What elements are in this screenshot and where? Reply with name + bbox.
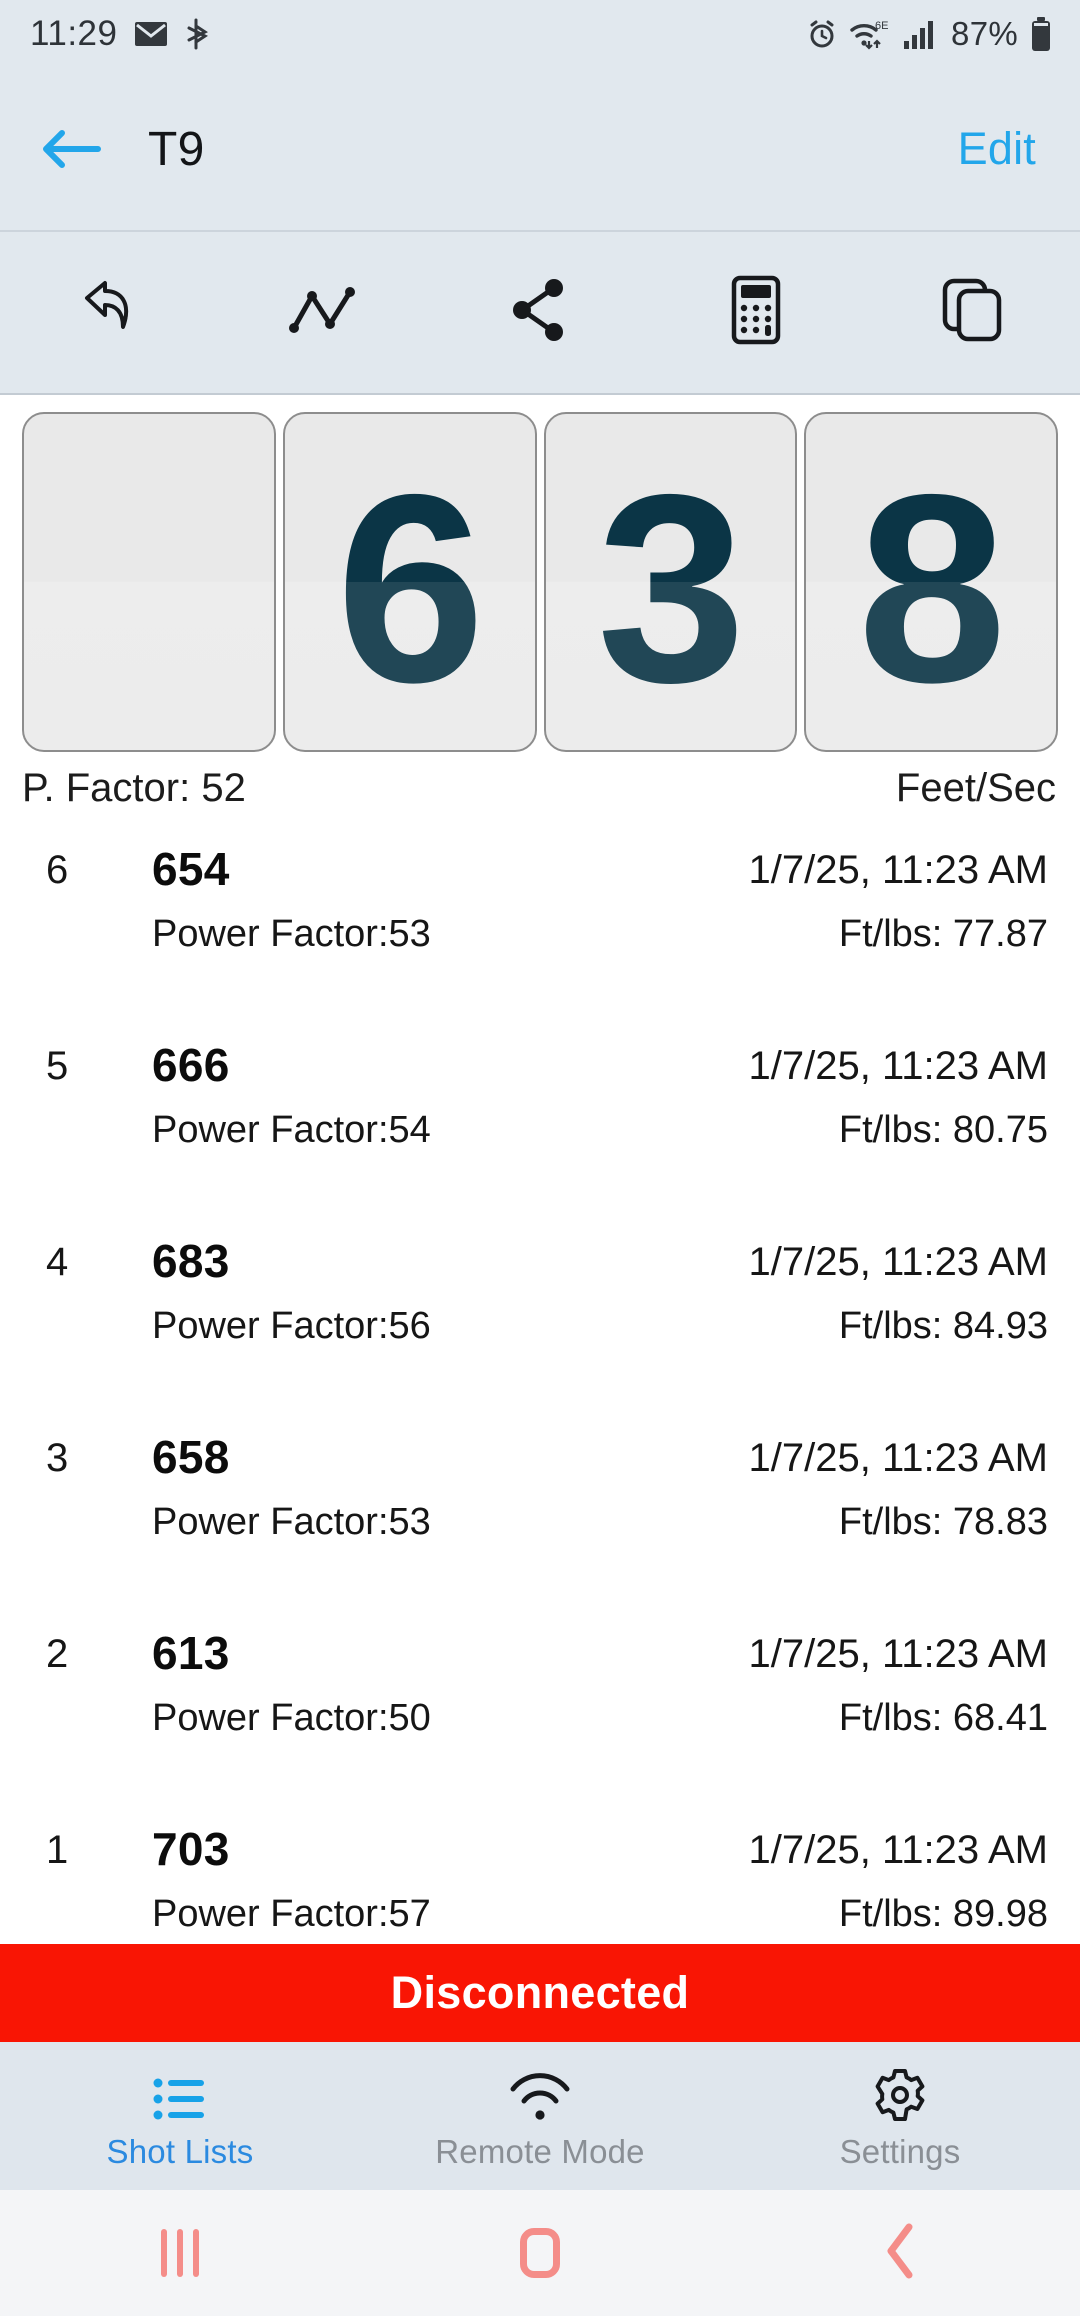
- digit-value: 8: [857, 438, 1007, 738]
- reel-sheen: [24, 582, 274, 750]
- row-velocity: 658: [152, 1431, 230, 1483]
- cellular-signal-icon: [903, 19, 935, 49]
- row-ftlbs: Ft/lbs: 68.41: [838, 1697, 1048, 1739]
- table-row[interactable]: 3 658 Power Factor:53 1/7/25, 11:23 AM F…: [0, 1408, 1080, 1604]
- row-power-factor: Power Factor:50: [152, 1697, 431, 1739]
- share-button[interactable]: [432, 232, 648, 393]
- digit-value: 6: [336, 438, 485, 738]
- row-timestamp: 1/7/25, 11:23 AM: [748, 1436, 1048, 1480]
- row-power-factor: Power Factor:57: [152, 1893, 431, 1935]
- calculator-icon: [731, 275, 781, 350]
- status-bar-left-icons: [134, 18, 211, 50]
- row-velocity: 703: [152, 1823, 230, 1875]
- gear-icon: [874, 2069, 926, 2121]
- undo-button[interactable]: [0, 232, 216, 393]
- row-index: 3: [46, 1436, 69, 1480]
- row-ftlbs: Ft/lbs: 77.87: [838, 913, 1048, 955]
- units-label: Feet/Sec: [895, 765, 1056, 810]
- table-row[interactable]: 2 613 Power Factor:50 1/7/25, 11:23 AM F…: [0, 1604, 1080, 1800]
- connection-status-banner[interactable]: Disconnected: [0, 1944, 1080, 2042]
- table-row[interactable]: 6 654 Power Factor:53 1/7/25, 11:23 AM F…: [0, 820, 1080, 1016]
- alarm-icon: [807, 19, 837, 49]
- android-navigation-bar: [0, 2190, 1080, 2316]
- row-power-factor: Power Factor:56: [152, 1305, 431, 1347]
- row-timestamp: 1/7/25, 11:23 AM: [748, 1044, 1048, 1088]
- battery-icon: [1030, 17, 1052, 51]
- tab-label: Remote Mode: [435, 2133, 645, 2170]
- status-bar-clock: 11:29: [30, 14, 118, 53]
- speed-reel-display: 6 3 8: [22, 412, 1058, 752]
- table-row[interactable]: 4 683 Power Factor:56 1/7/25, 11:23 AM F…: [0, 1212, 1080, 1408]
- row-ftlbs: Ft/lbs: 80.75: [838, 1109, 1048, 1151]
- row-timestamp: 1/7/25, 11:23 AM: [748, 1828, 1048, 1872]
- back-arrow-icon[interactable]: [36, 114, 106, 184]
- row-power-factor: Power Factor:53: [152, 1501, 431, 1543]
- home-icon: [520, 2228, 560, 2278]
- edit-button[interactable]: Edit: [958, 123, 1036, 175]
- tab-settings[interactable]: Settings: [720, 2042, 1080, 2190]
- row-power-factor: Power Factor:54: [152, 1109, 431, 1151]
- digit-card[interactable]: 6: [282, 412, 537, 752]
- copy-button[interactable]: [864, 232, 1080, 393]
- row-timestamp: 1/7/25, 11:23 AM: [748, 1632, 1048, 1676]
- page-title: T9: [148, 122, 205, 176]
- shot-list[interactable]: 6 654 Power Factor:53 1/7/25, 11:23 AM F…: [0, 820, 1080, 1944]
- undo-icon: [75, 277, 141, 348]
- digit-card[interactable]: [22, 412, 276, 752]
- status-badge: Disconnected: [390, 1967, 690, 2018]
- row-index: 6: [46, 848, 69, 892]
- status-bar-right-icons: 6E 87%: [807, 15, 1052, 53]
- reel-sub-labels: P. Factor: 52 Feet/Sec: [0, 760, 1080, 816]
- recents-button[interactable]: [0, 2229, 360, 2277]
- copy-icon: [941, 277, 1003, 348]
- wifi-icon: [507, 2069, 573, 2121]
- nav-bar: T9 Edit: [0, 68, 1080, 230]
- back-icon: [883, 2223, 917, 2284]
- row-ftlbs: Ft/lbs: 84.93: [838, 1305, 1048, 1347]
- recents-icon: [161, 2229, 199, 2277]
- share-icon: [510, 278, 570, 347]
- battery-percent-label: 87%: [951, 15, 1018, 52]
- row-timestamp: 1/7/25, 11:23 AM: [748, 848, 1048, 892]
- row-ftlbs: Ft/lbs: 78.83: [838, 1501, 1048, 1543]
- digit-card[interactable]: 8: [804, 412, 1058, 752]
- chart-button[interactable]: [216, 232, 432, 393]
- digit-value: 3: [596, 438, 746, 738]
- row-velocity: 613: [152, 1627, 230, 1679]
- app-root: 11:29 6E 87% T9 Edit 6 3 8 P. Factor: 52…: [0, 0, 1080, 2316]
- status-bar: 11:29 6E 87%: [0, 0, 1080, 68]
- row-timestamp: 1/7/25, 11:23 AM: [748, 1240, 1048, 1284]
- email-icon: [134, 21, 168, 47]
- row-index: 4: [46, 1240, 69, 1284]
- table-row[interactable]: 5 666 Power Factor:54 1/7/25, 11:23 AM F…: [0, 1016, 1080, 1212]
- row-index: 1: [46, 1828, 69, 1872]
- action-toolbar: [0, 230, 1080, 395]
- table-row[interactable]: 1 703 Power Factor:57 1/7/25, 11:23 AM F…: [0, 1800, 1080, 1944]
- tab-label: Shot Lists: [106, 2133, 254, 2170]
- back-button[interactable]: [720, 2223, 1080, 2284]
- line-chart-icon: [288, 284, 360, 341]
- row-index: 5: [46, 1044, 69, 1088]
- row-index: 2: [46, 1632, 69, 1676]
- tab-label: Settings: [839, 2133, 961, 2170]
- calculator-button[interactable]: [648, 232, 864, 393]
- tab-remote-mode[interactable]: Remote Mode: [360, 2042, 720, 2190]
- svg-text:6E: 6E: [875, 20, 888, 32]
- row-velocity: 654: [152, 843, 230, 895]
- row-velocity: 666: [152, 1039, 230, 1091]
- bottom-tab-bar: Shot Lists Remote Mode Settings: [0, 2042, 1080, 2190]
- power-factor-label: P. Factor: 52: [22, 765, 246, 810]
- list-icon: [153, 2069, 207, 2121]
- digit-card[interactable]: 3: [543, 412, 798, 752]
- row-power-factor: Power Factor:53: [152, 913, 431, 955]
- tab-shot-lists[interactable]: Shot Lists: [0, 2042, 360, 2190]
- wifi-6e-icon: 6E: [849, 18, 891, 50]
- row-velocity: 683: [152, 1235, 230, 1287]
- row-ftlbs: Ft/lbs: 89.98: [838, 1893, 1048, 1935]
- home-button[interactable]: [360, 2228, 720, 2278]
- bluetooth-share-icon: [181, 18, 211, 50]
